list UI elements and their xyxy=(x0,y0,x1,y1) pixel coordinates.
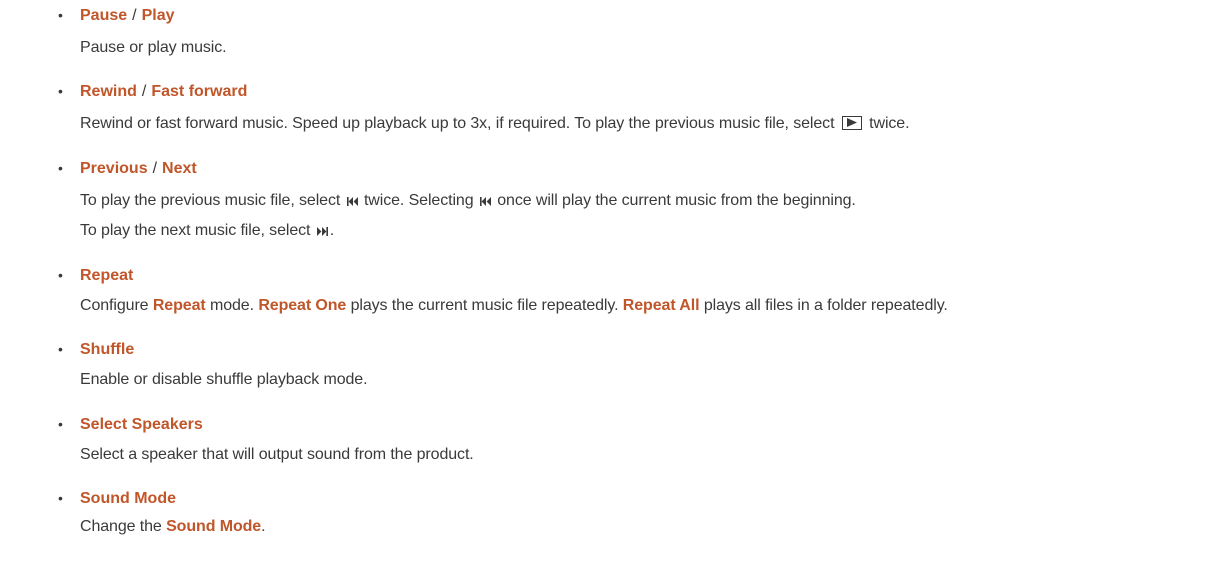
play-button-icon xyxy=(841,116,862,130)
description-line-2: To play the next music file, select . xyxy=(80,219,334,243)
term-previous: Previous xyxy=(80,160,148,177)
description: Configure Repeat mode. Repeat One plays … xyxy=(80,294,948,317)
keyword-repeat-one: Repeat One xyxy=(258,297,347,314)
term-play: Play xyxy=(141,7,175,24)
term-separator: / xyxy=(132,7,137,24)
keyword-repeat-all: Repeat All xyxy=(622,297,700,314)
description-text: once will play the current music from th… xyxy=(497,192,856,209)
term-heading: Repeat xyxy=(80,264,133,287)
description-text: mode. xyxy=(209,297,254,314)
description-text: Rewind or fast forward music. Speed up p… xyxy=(80,115,835,132)
bullet: • xyxy=(58,7,63,23)
term-next: Next xyxy=(162,160,197,177)
term-heading: Rewind / Fast forward xyxy=(80,80,247,103)
description-text: twice. Selecting xyxy=(363,192,474,209)
term-repeat: Repeat xyxy=(80,267,134,284)
description-text: . xyxy=(329,222,335,239)
description-text: twice. xyxy=(869,115,910,132)
description: Enable or disable shuffle playback mode. xyxy=(80,371,368,388)
term-select-speakers: Select Speakers xyxy=(80,416,203,433)
bullet: • xyxy=(58,341,63,357)
description-text: Change the xyxy=(80,518,162,535)
term-sound-mode: Sound Mode xyxy=(80,490,176,507)
term-heading: Shuffle xyxy=(80,338,134,361)
description-text: Configure xyxy=(80,297,149,314)
term-rewind: Rewind xyxy=(80,83,137,100)
music-controls-document: • Pause / Play Pause or play music. • Rewi… xyxy=(0,0,1218,579)
term-heading: Select Speakers xyxy=(80,413,203,436)
term-heading: Sound Mode xyxy=(80,487,176,510)
description: Change the Sound Mode. xyxy=(80,515,266,538)
description-text: plays all files in a folder repeatedly. xyxy=(703,297,948,314)
description-line-1: To play the previous music file, select … xyxy=(80,189,856,213)
keyword-sound-mode: Sound Mode xyxy=(166,518,262,535)
term-separator: / xyxy=(152,160,158,177)
description: Select a speaker that will output sound … xyxy=(80,446,474,463)
description-text: . xyxy=(261,518,266,535)
term-separator: / xyxy=(141,83,147,100)
previous-track-icon xyxy=(479,190,491,213)
term-heading: Previous / Next xyxy=(80,157,197,180)
description-text: To play the previous music file, select xyxy=(80,192,341,209)
next-track-icon xyxy=(316,220,328,243)
term-pause: Pause xyxy=(80,7,128,24)
description: Rewind or fast forward music. Speed up p… xyxy=(80,112,910,135)
description: Pause or play music. xyxy=(80,39,227,56)
term-fast-forward: Fast forward xyxy=(151,83,248,100)
bullet: • xyxy=(58,490,63,506)
previous-track-icon xyxy=(346,190,358,213)
bullet: • xyxy=(58,267,63,283)
description-text: To play the next music file, select xyxy=(80,222,311,239)
bullet: • xyxy=(58,83,63,99)
keyword-repeat: Repeat xyxy=(152,297,206,314)
bullet: • xyxy=(58,160,63,176)
term-heading: Pause / Play xyxy=(80,4,175,27)
description-text: plays the current music file repeatedly. xyxy=(350,297,619,314)
bullet: • xyxy=(58,416,63,432)
term-shuffle: Shuffle xyxy=(80,341,135,358)
